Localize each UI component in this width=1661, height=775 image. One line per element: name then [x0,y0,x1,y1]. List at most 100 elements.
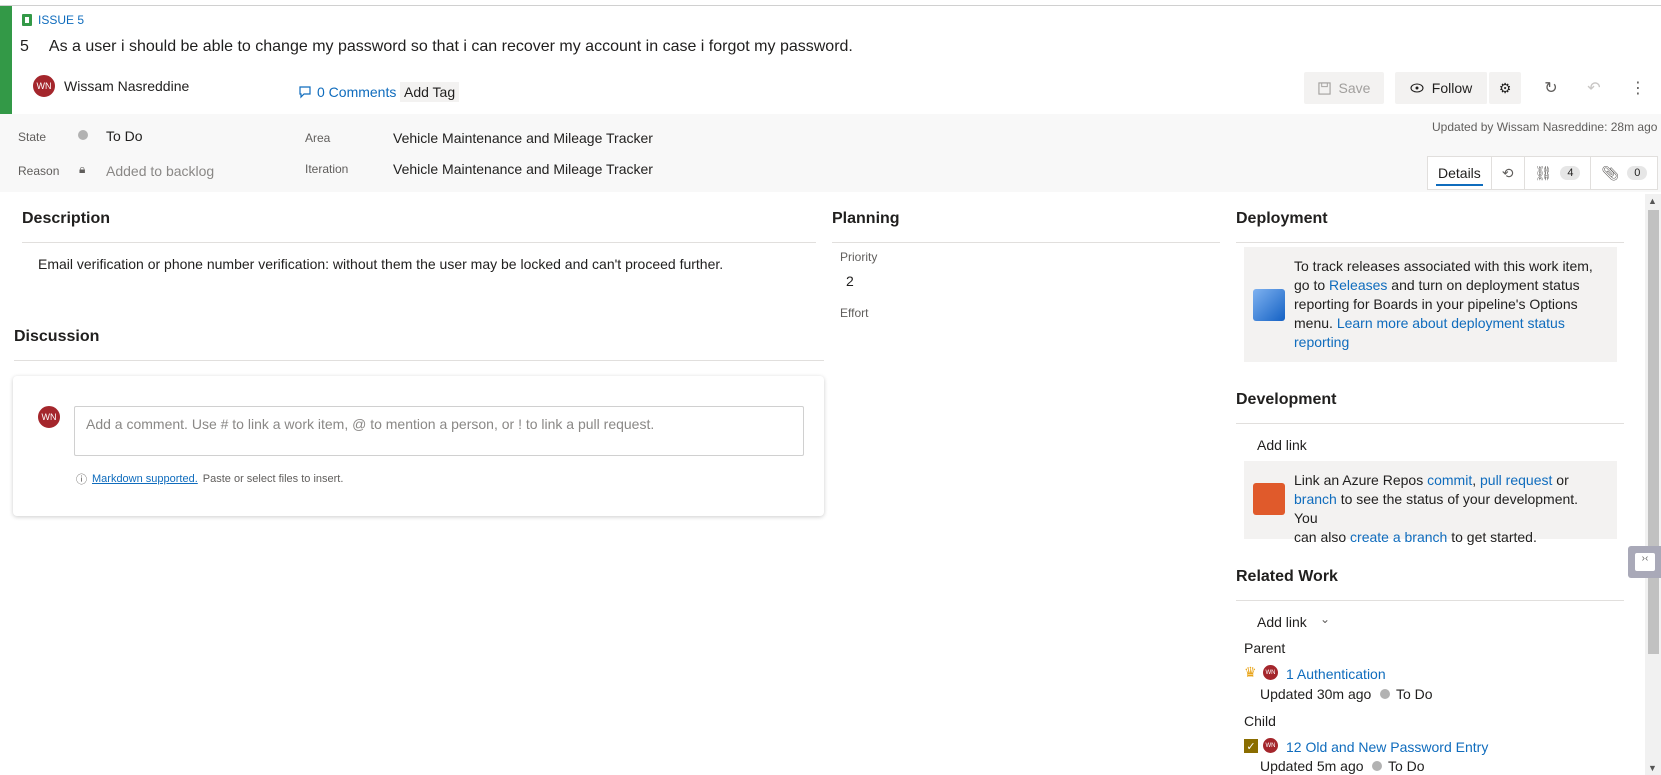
state-label: State [18,130,47,144]
updated-info[interactable]: Updated by Wissam Nasreddine: 28m ago [1432,120,1657,134]
reason-label: Reason [18,164,60,178]
tab-details-label: Details [1438,165,1481,181]
assigned-to-name: Wissam Nasreddine [64,78,190,94]
work-item-type-label: ISSUE 5 [38,13,85,27]
comment-avatar: WN [37,405,61,429]
development-line1: Link an Azure Repos commit, pull request… [1294,471,1605,490]
state-field[interactable]: To Do [106,128,143,144]
info-icon: ⓘ [76,474,87,486]
repos-icon [1253,483,1285,515]
tab-links[interactable]: ⛓ 4 [1525,157,1592,189]
work-item-title-row[interactable]: 5 As a user i should be able to change m… [20,38,853,56]
development-title: Development [1236,391,1337,408]
parent-label: Parent [1244,640,1286,656]
commit-link[interactable]: commit [1427,472,1472,488]
area-label: Area [305,131,331,145]
development-add-link[interactable]: Add link [1257,437,1307,453]
iteration-label: Iteration [305,162,349,176]
development-line1-pre: Link an Azure Repos [1294,472,1428,488]
deployment-line2: go to Releases and turn on deployment st… [1294,276,1605,295]
markdown-link[interactable]: Markdown supported. [92,473,198,485]
pull-request-link[interactable]: pull request [1480,472,1552,488]
comment-input[interactable]: Add a comment. Use # to link a work item… [74,406,804,456]
more-icon: ⋮ [1630,80,1646,97]
discussion-divider [14,360,824,361]
markdown-hint: ⓘ Markdown supported. Paste or select fi… [76,471,343,487]
reason-field[interactable]: Added to backlog [106,163,214,179]
side-panel-toggle[interactable]: ›‹ [1628,546,1661,578]
scroll-up-icon[interactable]: ▲ [1648,196,1657,206]
create-branch-link[interactable]: create a branch [1350,529,1447,545]
pipelines-icon [1253,289,1285,321]
save-button[interactable]: Save [1304,72,1384,104]
child-state-dot-icon [1372,761,1382,771]
deployment-line1: To track releases associated with this w… [1294,258,1593,274]
comments-link[interactable]: 0 Comments [298,84,396,100]
description-text[interactable]: Email verification or phone number verif… [38,256,723,272]
branch-link[interactable]: branch [1294,491,1337,507]
task-check-icon: ✓ [1244,739,1258,753]
child-updated: Updated 5m ago [1260,758,1364,774]
settings-button[interactable]: ⚙ [1489,72,1521,104]
avatar: WN [32,74,56,98]
work-item-tabs: Details ⟲ ⛓ 4 📎︎ 0 [1427,156,1659,190]
area-field[interactable]: Vehicle Maintenance and Mileage Tracker [393,130,653,146]
child-state: To Do [1388,758,1425,774]
priority-label: Priority [840,250,878,264]
markdown-hint-text: Paste or select files to insert. [202,473,344,485]
follow-button[interactable]: Follow [1395,72,1488,104]
deployment-line2-post: and turn on deployment status [1387,277,1580,293]
link-icon: ⛓ [1534,164,1553,181]
comments-label: 0 Comments [317,84,397,100]
child-label: Child [1244,713,1276,729]
save-icon [1317,81,1331,95]
attachments-count: 0 [1627,166,1648,180]
deployment-card: To track releases associated with this w… [1244,247,1617,362]
work-item-color-bar [0,6,12,114]
development-line1-post: or [1552,472,1569,488]
parent-avatar: WN [1262,664,1279,681]
priority-field[interactable]: 2 [846,273,854,289]
undo-icon: ↶ [1587,80,1601,97]
iteration-field[interactable]: Vehicle Maintenance and Mileage Tracker [393,161,653,177]
child-avatar: WN [1262,737,1279,754]
links-count: 4 [1560,166,1581,180]
development-line3-post: to get started. [1447,529,1537,545]
scrollbar-thumb[interactable] [1648,210,1659,654]
child-item-link[interactable]: 12 Old and New Password Entry [1286,739,1488,755]
more-actions-button[interactable]: ⋮ [1624,74,1652,102]
panel-icon: ›‹ [1635,553,1655,571]
development-line3-pre: can also [1294,529,1351,545]
parent-updated: Updated 30m ago [1260,686,1372,702]
parent-state-dot-icon [1380,689,1390,699]
refresh-icon: ↻ [1544,80,1558,97]
parent-state: To Do [1396,686,1433,702]
deployment-line4: menu. Learn more about deployment status [1294,314,1605,333]
development-divider [1236,423,1624,424]
development-card: Link an Azure Repos commit, pull request… [1244,461,1617,545]
deployment-line4-pre: menu. [1294,315,1337,331]
add-tag-button[interactable]: Add Tag [400,82,460,102]
work-item-id: 5 [20,38,29,55]
related-work-add-link[interactable]: Add link [1257,614,1307,630]
tab-history[interactable]: ⟲ [1492,157,1525,189]
learn-more-link-cont[interactable]: reporting [1294,333,1605,352]
tab-attachments[interactable]: 📎︎ 0 [1591,157,1657,189]
chevron-down-icon[interactable]: ⌄ [1320,612,1330,626]
related-work-title: Related Work [1236,568,1338,585]
undo-button[interactable]: ↶ [1580,74,1608,102]
gear-icon: ⚙ [1498,79,1512,96]
deployment-divider [1236,242,1624,243]
work-item-title[interactable]: As a user i should be able to change my … [49,38,853,56]
issue-icon [22,14,32,26]
tab-details[interactable]: Details [1428,157,1492,189]
attachment-icon: 📎︎ [1601,164,1620,181]
learn-more-link[interactable]: Learn more about deployment status [1337,315,1565,331]
assigned-to[interactable]: WN Wissam Nasreddine [32,74,189,98]
refresh-button[interactable]: ↻ [1537,74,1565,102]
description-divider [22,242,816,243]
scroll-down-icon[interactable]: ▼ [1648,763,1657,773]
lock-icon: 🔒︎ [79,162,86,176]
releases-link[interactable]: Releases [1329,277,1387,293]
parent-item-link[interactable]: 1 Authentication [1286,666,1386,682]
